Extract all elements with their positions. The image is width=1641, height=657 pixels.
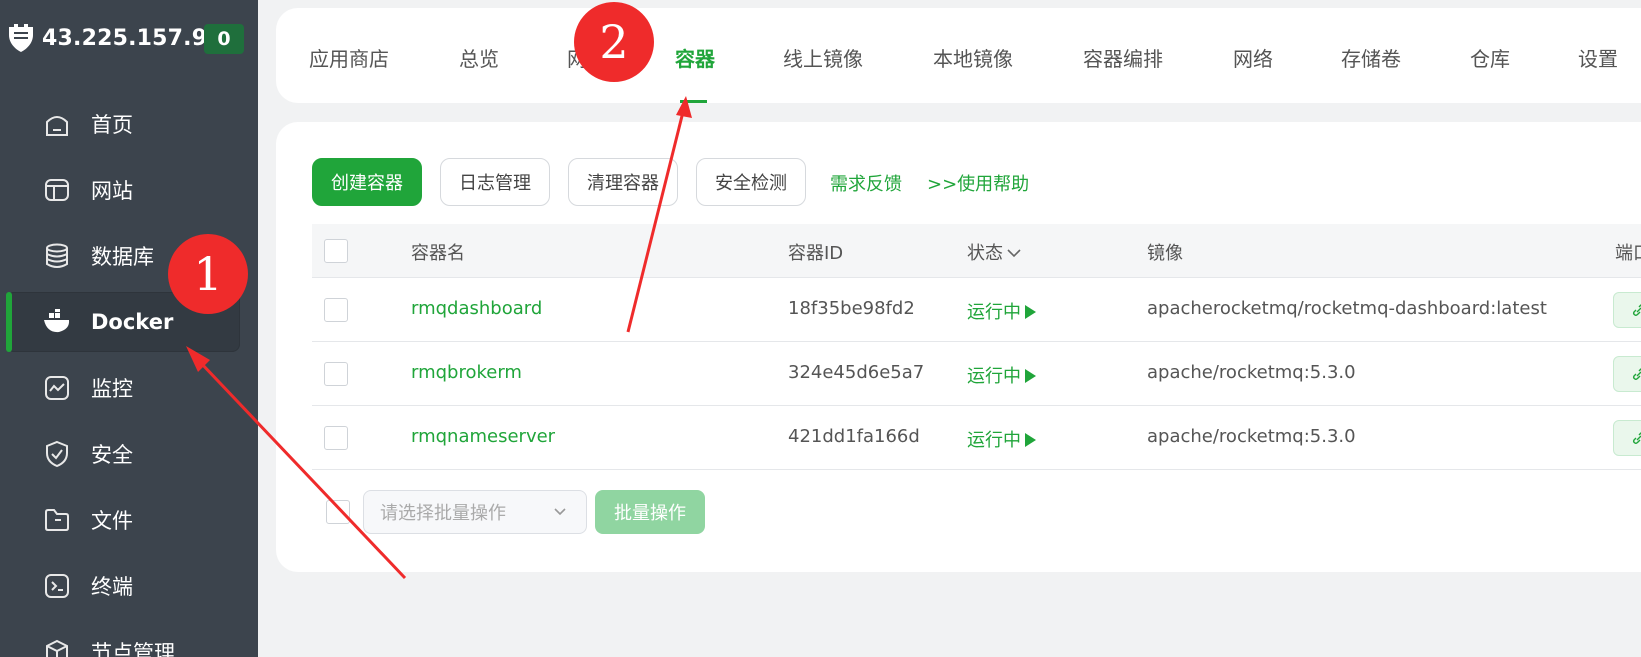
play-icon: [1025, 369, 1036, 383]
container-image: apacherocketmq/rocketmq-dashboard:latest: [1147, 298, 1547, 319]
sidebar-item-label: 数据库: [91, 245, 154, 269]
tab-settings[interactable]: 设置: [1578, 43, 1618, 72]
sidebar-item-label: 首页: [91, 113, 133, 137]
sidebar-item-home[interactable]: 首页: [0, 94, 258, 154]
help-link[interactable]: >>使用帮助: [927, 170, 1029, 196]
play-icon: [1025, 305, 1036, 319]
home-icon: [40, 107, 74, 141]
container-name-link[interactable]: rmqnameserver: [411, 426, 555, 447]
monitor-icon: [40, 371, 74, 405]
status-label: 运行中: [967, 366, 1021, 387]
link-icon: [1632, 368, 1641, 381]
batch-operation-button[interactable]: 批量操作: [595, 490, 705, 534]
batch-select-all-checkbox[interactable]: [326, 500, 350, 524]
shield-logo-icon: [6, 21, 36, 55]
container-id: 18f35be98fd2: [788, 298, 915, 319]
docker-icon: [40, 305, 74, 339]
tab-containers[interactable]: 容器: [675, 43, 715, 72]
container-id: 324e45d6e5a7: [788, 362, 925, 383]
sidebar-item-website[interactable]: 网站: [0, 160, 258, 220]
container-status[interactable]: 运行中: [967, 426, 1036, 452]
annotation-marker-2: 2: [574, 2, 654, 82]
sidebar-item-label: Docker: [91, 310, 174, 334]
container-name-link[interactable]: rmqdashboard: [411, 298, 542, 319]
link-icon: [1632, 432, 1641, 445]
sidebar-item-label: 终端: [91, 575, 133, 599]
feedback-link[interactable]: 需求反馈: [830, 170, 902, 196]
sidebar-item-security[interactable]: 安全: [0, 424, 258, 484]
table-header: 容器名 容器ID 状态 镜像 端口: [312, 224, 1641, 278]
link-icon: [1632, 304, 1641, 317]
sidebar-item-files[interactable]: 文件: [0, 490, 258, 550]
play-icon: [1025, 433, 1036, 447]
sidebar-item-terminal[interactable]: 终端: [0, 556, 258, 616]
tab-network[interactable]: 网络: [1233, 43, 1273, 72]
container-status[interactable]: 运行中: [967, 298, 1036, 324]
batch-select-placeholder: 请选择批量操作: [380, 503, 506, 524]
status-label: 运行中: [967, 302, 1021, 323]
col-header-name[interactable]: 容器名: [411, 239, 465, 265]
table-row: rmqbrokerm 324e45d6e5a7 运行中 apache/rocke…: [312, 342, 1641, 406]
folder-icon: [40, 503, 74, 537]
node-icon: [40, 635, 74, 657]
message-count-badge[interactable]: 0: [204, 24, 244, 54]
server-ip: 43.225.157.91: [42, 25, 223, 51]
port-link-chip[interactable]: [1613, 420, 1641, 456]
security-check-button[interactable]: 安全检测: [696, 158, 806, 206]
chevron-down-icon: [1007, 249, 1021, 258]
status-label: 运行中: [967, 430, 1021, 451]
select-all-checkbox[interactable]: [324, 239, 348, 263]
table-row: rmqdashboard 18f35be98fd2 运行中 apacherock…: [312, 278, 1641, 342]
row-checkbox[interactable]: [324, 426, 348, 450]
clean-containers-button[interactable]: 清理容器: [568, 158, 678, 206]
chevron-down-icon: [554, 508, 566, 516]
sidebar-item-nodes[interactable]: 节点管理: [0, 622, 258, 657]
container-image: apache/rocketmq:5.3.0: [1147, 362, 1356, 383]
tab-compose[interactable]: 容器编排: [1083, 43, 1163, 72]
container-id: 421dd1fa166d: [788, 426, 920, 447]
sidebar-item-label: 安全: [91, 443, 133, 467]
create-container-button[interactable]: 创建容器: [312, 158, 422, 206]
tab-local-images[interactable]: 本地镜像: [933, 43, 1013, 72]
sidebar-item-label: 文件: [91, 509, 133, 533]
col-header-image: 镜像: [1147, 243, 1183, 264]
row-checkbox[interactable]: [324, 362, 348, 386]
container-name-link[interactable]: rmqbrokerm: [411, 362, 522, 383]
active-tab-indicator: [680, 100, 707, 103]
col-header-status-label: 状态: [967, 243, 1003, 264]
port-link-chip[interactable]: [1613, 292, 1641, 328]
sidebar-item-monitor[interactable]: 监控: [0, 358, 258, 418]
col-header-id: 容器ID: [788, 243, 844, 264]
brand: 43.225.157.91 0: [6, 20, 244, 56]
container-image: apache/rocketmq:5.3.0: [1147, 426, 1356, 447]
port-link-chip[interactable]: [1613, 356, 1641, 392]
terminal-icon: [40, 569, 74, 603]
database-icon: [40, 239, 74, 273]
sidebar-item-label: 节点管理: [91, 641, 175, 657]
tab-volumes[interactable]: 存储卷: [1341, 43, 1401, 72]
container-status[interactable]: 运行中: [967, 362, 1036, 388]
row-checkbox[interactable]: [324, 298, 348, 322]
tab-overview[interactable]: 总览: [459, 43, 499, 72]
tab-registry[interactable]: 仓库: [1470, 43, 1510, 72]
annotation-marker-1: 1: [168, 234, 248, 314]
sidebar: 43.225.157.91 0 首页 网站 数据库 Docker 监控 安全 文…: [0, 0, 258, 657]
table-row: rmqnameserver 421dd1fa166d 运行中 apache/ro…: [312, 406, 1641, 470]
tab-online-images[interactable]: 线上镜像: [783, 43, 863, 72]
col-header-status[interactable]: 状态: [967, 239, 1022, 265]
sidebar-item-label: 网站: [91, 179, 133, 203]
col-header-port: 端口: [1615, 243, 1641, 264]
batch-operation-select[interactable]: 请选择批量操作: [363, 490, 587, 534]
log-management-button[interactable]: 日志管理: [440, 158, 550, 206]
tab-app-store[interactable]: 应用商店: [309, 43, 389, 72]
sidebar-item-label: 监控: [91, 377, 133, 401]
shield-icon: [40, 437, 74, 471]
globe-icon: [40, 173, 74, 207]
